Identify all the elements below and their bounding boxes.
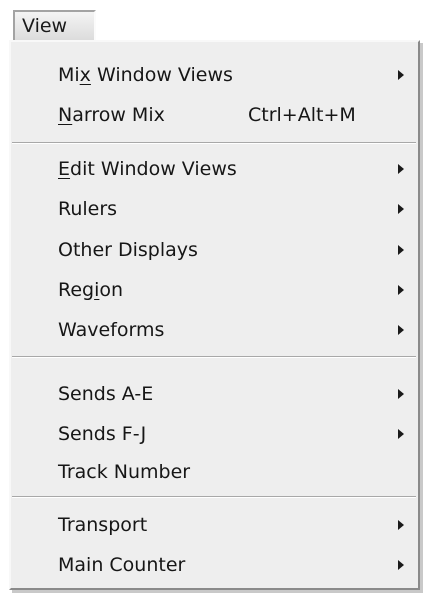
submenu-arrow-icon: [398, 204, 404, 214]
submenu-arrow-icon: [398, 560, 404, 570]
view-menu-button[interactable]: View: [13, 10, 96, 40]
submenu-arrow-icon: [398, 245, 404, 255]
submenu-arrow-icon: [398, 70, 404, 80]
menu-item-label: Mix Window Views: [58, 64, 233, 86]
menu-item-other-displays[interactable]: Other Displays: [11, 231, 418, 269]
menu-item-label: Sends F-J: [58, 423, 147, 445]
menu-item-label: Transport: [58, 514, 148, 536]
menu-item-label: Main Counter: [58, 554, 186, 576]
menu-item-label: Other Displays: [58, 239, 198, 261]
view-menu-label: View: [22, 15, 68, 37]
menu-item-label: Track Number: [58, 461, 191, 483]
menu-item-sends-f-j[interactable]: Sends F-J: [11, 415, 418, 453]
menu-item-label: Sends A-E: [58, 383, 154, 405]
menu-item-sends-a-e[interactable]: Sends A-E: [11, 375, 418, 413]
submenu-arrow-icon: [398, 325, 404, 335]
menu-item-edit-window-views[interactable]: Edit Window Views: [11, 150, 418, 188]
menu-item-label: Edit Window Views: [58, 158, 237, 180]
submenu-arrow-icon: [398, 164, 404, 174]
menu-item-shortcut: Ctrl+Alt+M: [248, 104, 356, 126]
menu-item-label: Waveforms: [58, 319, 165, 341]
menu-separator: [12, 496, 416, 498]
submenu-arrow-icon: [398, 520, 404, 530]
submenu-arrow-icon: [398, 285, 404, 295]
menu-item-track-number[interactable]: Track Number: [11, 453, 418, 491]
menu-item-region[interactable]: Region: [11, 271, 418, 309]
menu-item-rulers[interactable]: Rulers: [11, 190, 418, 228]
view-dropdown-menu: Mix Window Views Narrow Mix Ctrl+Alt+M E…: [9, 40, 420, 590]
menu-item-label: Region: [58, 279, 124, 301]
menu-item-main-counter[interactable]: Main Counter: [11, 546, 418, 584]
menu-item-label: Narrow Mix: [58, 104, 165, 126]
menu-item-narrow-mix[interactable]: Narrow Mix Ctrl+Alt+M: [11, 96, 418, 134]
menu-item-label: Rulers: [58, 198, 118, 220]
menu-separator: [12, 356, 416, 358]
menu-item-mix-window-views[interactable]: Mix Window Views: [11, 56, 418, 94]
submenu-arrow-icon: [398, 389, 404, 399]
menu-item-transport[interactable]: Transport: [11, 506, 418, 544]
menu-separator: [12, 142, 416, 144]
menu-item-waveforms[interactable]: Waveforms: [11, 311, 418, 349]
submenu-arrow-icon: [398, 429, 404, 439]
